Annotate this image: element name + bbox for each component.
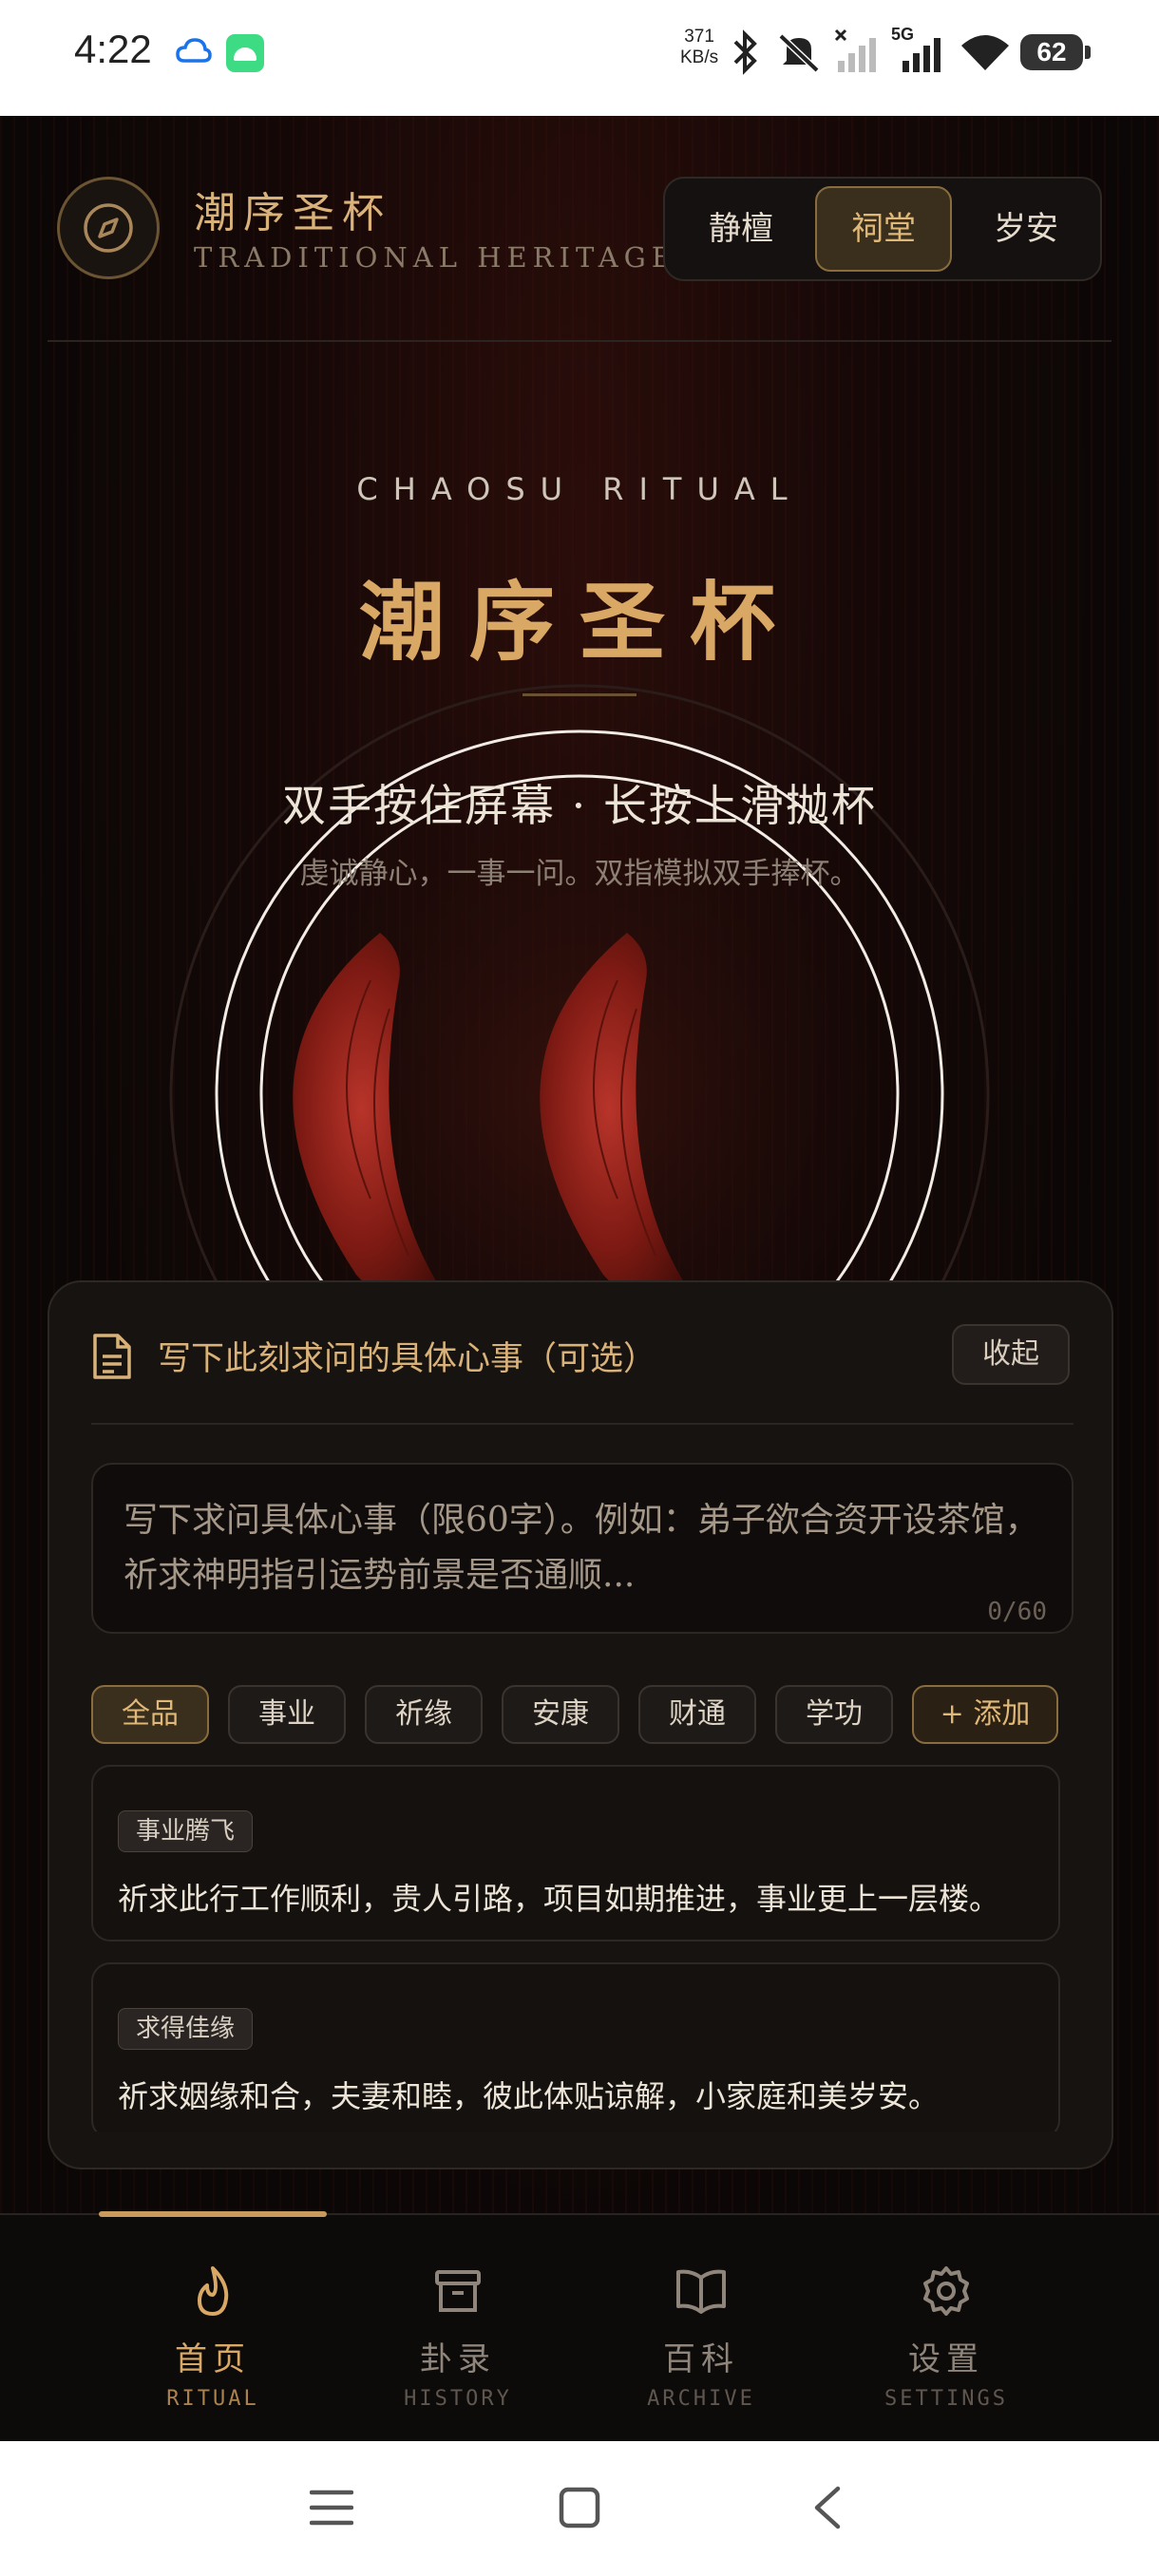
bluetooth-icon bbox=[733, 29, 757, 75]
bottom-nav: 首页 RITUAL 卦录 HISTORY 百科 ARCHIVE 设置 SETTI… bbox=[0, 2211, 1159, 2441]
theme-tab-citang[interactable]: 祠堂 bbox=[815, 186, 952, 272]
menu-icon[interactable] bbox=[310, 2489, 353, 2527]
nav-label: 设置 bbox=[908, 2340, 984, 2378]
preset-text: 祈求姻缘和合，夫妻和睦，彼此体贴谅解，小家庭和美岁安。 bbox=[118, 2078, 940, 2114]
nav-label: 百科 bbox=[663, 2340, 739, 2378]
gesture-hint-sub: 虔诚静心，一事一问。双指模拟双手捧杯。 bbox=[299, 857, 860, 891]
book-icon bbox=[676, 2269, 726, 2314]
header-divider bbox=[48, 340, 1112, 342]
add-category-button[interactable]: + 添加 bbox=[912, 1685, 1058, 1744]
chip-all[interactable]: 全品 bbox=[91, 1685, 209, 1744]
nav-sublabel: ARCHIVE bbox=[647, 2387, 755, 2411]
theme-tab-jingtan[interactable]: 静檀 bbox=[673, 186, 809, 272]
panel-title: 写下此刻求问的具体心事（可选） bbox=[158, 1340, 657, 1378]
question-placeholder: 写下求问具体心事（限60字）。例如：弟子欲合资开设茶馆，祈求神明指引运势前景是否… bbox=[124, 1501, 1039, 1595]
collapse-button[interactable]: 收起 bbox=[952, 1324, 1070, 1385]
status-time: 4:22 bbox=[74, 27, 152, 71]
archive-box-icon bbox=[435, 2270, 481, 2312]
preset-tag: 事业腾飞 bbox=[118, 1810, 254, 1852]
char-counter: 0/60 bbox=[987, 1598, 1047, 1626]
network-speed: 371 KB/s bbox=[680, 27, 718, 68]
home-icon[interactable] bbox=[559, 2487, 600, 2529]
chip-wealth[interactable]: 财通 bbox=[638, 1685, 756, 1744]
mute-icon bbox=[778, 33, 820, 73]
brand-title: 潮序圣杯 bbox=[194, 189, 391, 237]
nav-item-history[interactable]: 卦录 HISTORY bbox=[353, 2263, 562, 2434]
gesture-hint: 双手按住屏幕 · 长按上滑抛杯 bbox=[282, 780, 877, 831]
nav-label: 首页 bbox=[175, 2340, 251, 2378]
nav-sublabel: HISTORY bbox=[404, 2387, 512, 2411]
nav-item-settings[interactable]: 设置 SETTINGS bbox=[842, 2263, 1051, 2434]
brand-subtitle: TRADITIONAL HERITAGE bbox=[194, 241, 677, 274]
flame-icon bbox=[198, 2266, 229, 2316]
nav-sublabel: RITUAL bbox=[166, 2387, 259, 2411]
status-bar: 4:22 371 KB/s 5G 62 bbox=[0, 0, 1159, 116]
compass-icon bbox=[84, 203, 133, 253]
preset-card[interactable]: 求得佳缘 祈求姻缘和合，夫妻和睦，彼此体贴谅解，小家庭和美岁安。 bbox=[91, 1962, 1060, 2131]
question-panel: 写下此刻求问的具体心事（可选） 收起 写下求问具体心事（限60字）。例如：弟子欲… bbox=[48, 1280, 1113, 2169]
chip-health[interactable]: 安康 bbox=[502, 1685, 619, 1744]
preset-card[interactable]: 事业腾飞 祈求此行工作顺利，贵人引路，项目如期推进，事业更上一层楼。 bbox=[91, 1765, 1060, 1941]
network-speed-value: 371 bbox=[684, 27, 714, 47]
preset-tag: 求得佳缘 bbox=[118, 2008, 254, 2050]
panel-divider bbox=[91, 1423, 1074, 1425]
chip-career[interactable]: 事业 bbox=[228, 1685, 346, 1744]
document-icon bbox=[93, 1334, 131, 1379]
theme-tab-suian[interactable]: 岁安 bbox=[958, 186, 1094, 272]
battery-indicator: 62 bbox=[1020, 34, 1091, 70]
nav-item-archive[interactable]: 百科 ARCHIVE bbox=[597, 2263, 806, 2434]
android-app-icon bbox=[226, 34, 264, 72]
app-logo bbox=[57, 177, 160, 279]
app-header: 潮序圣杯 TRADITIONAL HERITAGE 静檀 祠堂 岁安 bbox=[0, 116, 1159, 344]
chip-study[interactable]: 学功 bbox=[775, 1685, 893, 1744]
nav-item-ritual[interactable]: 首页 RITUAL bbox=[108, 2263, 317, 2434]
question-textarea[interactable]: 写下求问具体心事（限60字）。例如：弟子欲合资开设茶馆，祈求神明指引运势前景是否… bbox=[91, 1463, 1074, 1634]
app-root: 潮序圣杯 TRADITIONAL HERITAGE 静檀 祠堂 岁安 CHAOS… bbox=[0, 116, 1159, 2441]
preset-text: 祈求此行工作顺利，贵人引路，项目如期推进，事业更上一层楼。 bbox=[118, 1881, 1000, 1917]
system-nav-bar bbox=[0, 2441, 1159, 2576]
back-icon[interactable] bbox=[809, 2485, 844, 2530]
chip-romance[interactable]: 祈缘 bbox=[365, 1685, 483, 1744]
network-speed-unit: KB/s bbox=[680, 47, 719, 67]
hero-title: 潮序圣杯 bbox=[359, 572, 800, 672]
gear-icon bbox=[923, 2266, 969, 2316]
category-chips: 全品 事业 祈缘 安康 财通 学功 + 添加 bbox=[91, 1685, 1079, 1746]
preset-list: 事业腾飞 祈求此行工作顺利，贵人引路，项目如期推进，事业更上一层楼。 求得佳缘 … bbox=[91, 1765, 1060, 2131]
theme-switcher: 静檀 祠堂 岁安 bbox=[663, 177, 1102, 281]
hero-english-title: CHAOSU RITUAL bbox=[356, 471, 803, 507]
nav-label: 卦录 bbox=[420, 2340, 496, 2378]
nav-active-indicator bbox=[99, 2211, 327, 2217]
signal-icon-sim1 bbox=[834, 28, 876, 72]
cloud-sync-icon bbox=[176, 38, 212, 63]
signal-icon-sim2 bbox=[902, 38, 940, 72]
wifi-icon bbox=[961, 35, 1009, 70]
nav-sublabel: SETTINGS bbox=[884, 2387, 1008, 2411]
